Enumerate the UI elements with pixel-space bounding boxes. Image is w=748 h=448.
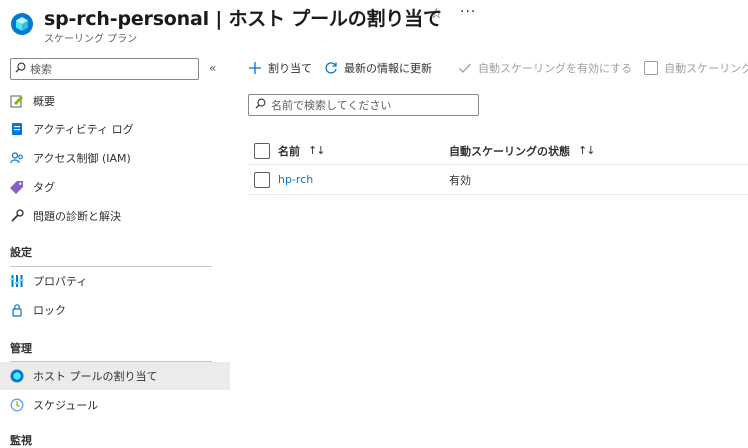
sidebar-item-lock[interactable]: ロック — [0, 296, 230, 324]
column-header-autoscale-status[interactable]: 自動スケーリングの状態 ↑↓ — [449, 136, 595, 165]
sidebar-item-tags[interactable]: タグ — [0, 173, 230, 201]
scaling-plan-icon — [10, 12, 34, 36]
column-label: 自動スケーリングの状態 — [449, 144, 570, 158]
checkbox-icon — [644, 61, 659, 75]
name-filter[interactable] — [248, 94, 479, 116]
sidebar: « 概要 アクティビティ ログ アクセス制御 (IAM) タグ 問題の診断と解決… — [0, 52, 232, 448]
section-monitor: 監視 — [10, 434, 32, 447]
host-pool-icon — [10, 369, 24, 383]
sidebar-item-label: ロック — [33, 304, 66, 317]
checkmark-icon — [458, 61, 472, 75]
section-settings: 設定 — [10, 246, 32, 259]
plus-icon — [248, 61, 262, 75]
sidebar-item-overview[interactable]: 概要 — [0, 87, 230, 115]
sidebar-item-schedule[interactable]: スケジュール — [0, 391, 230, 419]
page-header: sp-rch-personal | ホスト プールの割り当て スケーリング プラ… — [0, 0, 748, 48]
section-manage: 管理 — [10, 342, 32, 355]
host-pool-name[interactable]: hp-rch — [278, 173, 313, 186]
iam-icon — [10, 151, 24, 165]
page-title: sp-rch-personal | ホスト プールの割り当て — [44, 8, 442, 30]
sidebar-item-host-pool-assignment[interactable]: ホスト プールの割り当て — [0, 362, 230, 390]
sidebar-search[interactable] — [10, 58, 199, 80]
collapse-sidebar-icon[interactable]: « — [209, 61, 216, 75]
sidebar-search-input[interactable] — [30, 62, 190, 76]
sidebar-item-label: 問題の診断と解決 — [33, 210, 121, 223]
sidebar-item-label: アクティビティ ログ — [33, 123, 134, 136]
column-label: 名前 — [278, 144, 300, 158]
activity-log-icon — [10, 122, 24, 136]
sidebar-item-activity-log[interactable]: アクティビティ ログ — [0, 115, 230, 143]
lock-icon — [10, 303, 24, 317]
host-pool-table: 名前 ↑↓ 自動スケーリングの状態 ↑↓ hp-rch 有効 — [248, 136, 748, 195]
clock-icon — [10, 398, 24, 412]
tag-icon — [10, 180, 24, 194]
sidebar-item-label: タグ — [33, 181, 55, 194]
disable-autoscale-button[interactable]: 自動スケーリングを — [644, 60, 748, 76]
sidebar-item-label: ホスト プールの割り当て — [33, 370, 158, 383]
sidebar-item-label: スケジュール — [33, 399, 99, 412]
column-header-name[interactable]: 名前 ↑↓ — [278, 136, 325, 165]
sidebar-item-label: 概要 — [33, 95, 55, 108]
table-header-row: 名前 ↑↓ 自動スケーリングの状態 ↑↓ — [248, 136, 748, 165]
wrench-icon — [10, 209, 24, 223]
enable-autoscale-button[interactable]: 自動スケーリングを有効にする — [458, 60, 632, 76]
sidebar-item-properties[interactable]: プロパティ — [0, 267, 230, 295]
page-subtitle: スケーリング プラン — [44, 34, 138, 45]
table-row: hp-rch 有効 — [248, 165, 748, 195]
sidebar-item-label: プロパティ — [33, 275, 88, 288]
sidebar-item-iam[interactable]: アクセス制御 (IAM) — [0, 144, 230, 172]
sort-icon[interactable]: ↑↓ — [578, 144, 595, 157]
disable-autoscale-label: 自動スケーリングを — [664, 62, 748, 75]
sort-icon[interactable]: ↑↓ — [308, 144, 325, 157]
refresh-icon — [324, 61, 338, 75]
sidebar-item-diagnose[interactable]: 問題の診断と解決 — [0, 202, 230, 230]
host-pool-link[interactable]: hp-rch — [278, 165, 313, 194]
select-all-checkbox[interactable] — [254, 136, 270, 165]
assign-button[interactable]: 割り当て — [248, 60, 312, 76]
search-icon — [255, 98, 266, 112]
star-icon[interactable]: ☆ — [430, 6, 443, 22]
row-checkbox[interactable] — [254, 165, 270, 194]
autoscale-status: 有効 — [449, 173, 471, 187]
search-icon — [15, 62, 26, 76]
refresh-button[interactable]: 最新の情報に更新 — [324, 60, 432, 76]
properties-icon — [10, 274, 24, 288]
command-bar: 割り当て 最新の情報に更新 自動スケーリングを有効にする 自動スケーリングを — [248, 52, 748, 84]
name-filter-input[interactable] — [271, 98, 471, 112]
assign-label: 割り当て — [268, 62, 312, 75]
overview-icon — [10, 94, 24, 108]
sidebar-item-label: アクセス制御 (IAM) — [33, 152, 131, 165]
refresh-label: 最新の情報に更新 — [344, 62, 432, 75]
more-options-button[interactable]: ··· — [460, 4, 476, 20]
enable-autoscale-label: 自動スケーリングを有効にする — [478, 62, 633, 75]
